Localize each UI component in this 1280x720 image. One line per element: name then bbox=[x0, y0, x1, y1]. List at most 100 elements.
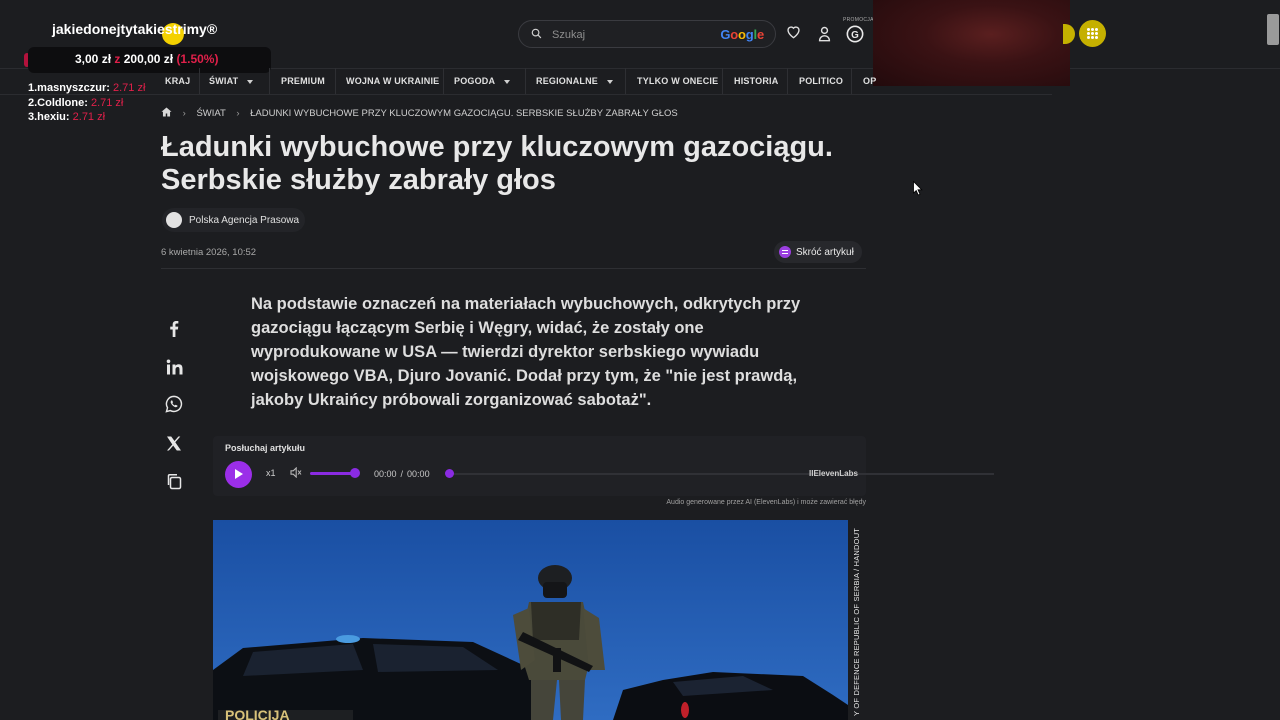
nav-divider bbox=[625, 68, 626, 94]
breadcrumb-section[interactable]: ŚWIAT bbox=[196, 108, 225, 119]
donation-goal-text: 3,00 zł z 200,00 zł (1.50%) bbox=[75, 52, 218, 66]
goal-target: 200,00 zł bbox=[123, 52, 174, 66]
google-logo: Google bbox=[720, 27, 764, 42]
g-promo-icon[interactable]: G bbox=[846, 25, 864, 43]
nav-divider bbox=[525, 68, 526, 94]
current-time: 00:00 bbox=[374, 469, 397, 479]
nav-item-wojna[interactable]: WOJNA W UKRAINIE bbox=[346, 76, 439, 86]
chevron-down-icon bbox=[607, 79, 614, 84]
nav-item-op[interactable]: OP bbox=[863, 76, 876, 86]
chevron-down-icon bbox=[504, 79, 511, 84]
nav-divider bbox=[335, 68, 336, 94]
linkedin-icon bbox=[166, 359, 182, 375]
home-icon[interactable] bbox=[161, 107, 172, 117]
article-lead: Na podstawie oznaczeń na materiałach wyb… bbox=[251, 295, 801, 409]
goal-separator: z bbox=[114, 52, 121, 66]
nav-label: ŚWIAT bbox=[209, 76, 239, 86]
heart-icon[interactable] bbox=[785, 24, 802, 39]
mouse-cursor-icon bbox=[913, 181, 923, 196]
breadcrumb: › ŚWIAT › ŁADUNKI WYBUCHOWE PRZY KLUCZOW… bbox=[161, 107, 678, 119]
summarize-label: Skróć artykuł bbox=[796, 246, 854, 258]
copy-icon bbox=[167, 473, 181, 489]
play-button[interactable] bbox=[225, 461, 252, 488]
facebook-icon bbox=[170, 320, 179, 337]
author-avatar bbox=[166, 212, 182, 228]
top-donors-list: 1.masnyszczur: 2.71 zł 2.Coldlone: 2.71 … bbox=[28, 81, 145, 125]
duration: 00:00 bbox=[407, 469, 430, 479]
nav-item-regionalne[interactable]: REGIONALNE bbox=[536, 76, 614, 86]
nav-item-pogoda[interactable]: POGODA bbox=[454, 76, 511, 86]
share-linkedin[interactable] bbox=[161, 354, 187, 380]
breadcrumb-current: ŁADUNKI WYBUCHOWE PRZY KLUCZOWYM GAZOCIĄ… bbox=[250, 108, 678, 119]
search-icon bbox=[531, 28, 542, 39]
summarize-button[interactable]: Skróć artykuł bbox=[774, 241, 862, 263]
article-date: 6 kwietnia 2026, 10:52 bbox=[161, 247, 257, 258]
nav-label: REGIONALNE bbox=[536, 76, 599, 86]
nav-item-premium[interactable]: PREMIUM bbox=[281, 76, 325, 86]
promo-label: PROMOCJA bbox=[843, 17, 874, 23]
photo-credit: Y OF DEFENCE REPUBLIC OF SERBIA / HANDOU… bbox=[852, 527, 861, 716]
author-name: Polska Agencja Prasowa bbox=[189, 214, 300, 226]
audio-label: Posłuchaj artykułu bbox=[225, 443, 306, 453]
user-icon[interactable] bbox=[818, 26, 831, 42]
nav-divider-line bbox=[0, 94, 1052, 95]
article-title: Ładunki wybuchowe przy kluczowym gazocią… bbox=[161, 131, 833, 196]
volume-knob[interactable] bbox=[350, 468, 360, 478]
donor-amount: 2.71 zł bbox=[72, 111, 106, 123]
search-input[interactable] bbox=[550, 25, 704, 45]
nav-divider bbox=[269, 68, 270, 94]
nav-divider bbox=[722, 68, 723, 94]
article-photo[interactable]: POLICIJA bbox=[213, 520, 848, 720]
overlay-title: jakiedonejtytakiestrimy® bbox=[52, 21, 218, 37]
nav-divider bbox=[851, 68, 852, 94]
volume-slider[interactable] bbox=[310, 472, 355, 475]
nav-label: POGODA bbox=[454, 76, 496, 86]
audio-time: 00:00/00:00 bbox=[374, 469, 430, 479]
svg-text:G: G bbox=[851, 30, 859, 41]
speed-button[interactable]: x1 bbox=[266, 468, 276, 478]
nav-divider bbox=[199, 68, 200, 94]
goal-percent: (1.50%) bbox=[176, 52, 219, 66]
apps-grid-icon bbox=[1087, 28, 1098, 39]
x-icon bbox=[167, 436, 181, 450]
svg-text:POLICIJA: POLICIJA bbox=[225, 707, 290, 720]
nav-item-kraj[interactable]: KRAJ bbox=[165, 76, 190, 86]
photo-illustration: POLICIJA bbox=[213, 520, 848, 720]
donor-name: 3.hexiu: bbox=[28, 111, 70, 123]
audio-player: Posłuchaj artykułu x1 00:00/00:00 IIElev… bbox=[213, 436, 994, 496]
nav-item-politico[interactable]: POLITICO bbox=[799, 76, 843, 86]
scrollbar-thumb[interactable] bbox=[1267, 14, 1279, 45]
progress-knob[interactable] bbox=[445, 469, 454, 478]
chevron-down-icon bbox=[247, 79, 254, 84]
summary-icon bbox=[779, 246, 791, 258]
donor-amount: 2.71 zł bbox=[90, 96, 124, 109]
header-divider bbox=[161, 268, 866, 269]
donor-name: 1.masnyszczur: bbox=[28, 82, 110, 94]
time-separator: / bbox=[400, 469, 404, 479]
share-facebook[interactable] bbox=[161, 315, 187, 341]
main-nav: KRAJ ŚWIAT PREMIUM WOJNA W UKRAINIE POGO… bbox=[153, 68, 876, 94]
nav-divider bbox=[787, 68, 788, 94]
nav-item-historia[interactable]: HISTORIA bbox=[734, 76, 778, 86]
copy-link[interactable] bbox=[161, 468, 187, 494]
search-box[interactable]: Google bbox=[518, 20, 776, 48]
share-whatsapp[interactable] bbox=[161, 391, 187, 417]
ai-disclaimer: Audio generowane przez AI (ElevenLabs) i… bbox=[666, 499, 866, 506]
breadcrumb-chevron-icon: › bbox=[236, 108, 240, 119]
breadcrumb-chevron-icon: › bbox=[182, 108, 186, 119]
webcam-overlay bbox=[873, 0, 1070, 86]
volume-icon[interactable] bbox=[290, 467, 302, 478]
whatsapp-icon bbox=[165, 395, 183, 413]
nav-item-swiat[interactable]: ŚWIAT bbox=[209, 76, 254, 86]
nav-item-tylko-w-onecie[interactable]: TYLKO W ONECIE bbox=[637, 76, 718, 86]
donor-row: 3.hexiu: 2.71 zł bbox=[28, 110, 145, 125]
donor-name: 2.Coldlone: bbox=[28, 96, 88, 109]
author-chip[interactable]: Polska Agencja Prasowa bbox=[162, 208, 306, 232]
nav-divider bbox=[443, 68, 444, 94]
share-x[interactable] bbox=[161, 430, 187, 456]
progress-track[interactable] bbox=[449, 473, 994, 475]
donor-amount: 2.71 zł bbox=[113, 82, 146, 94]
apps-grid-button[interactable] bbox=[1079, 20, 1106, 47]
elevenlabs-logo: IIElevenLabs bbox=[809, 469, 858, 478]
donor-row: 2.Coldlone: 2.71 zł bbox=[28, 96, 145, 111]
